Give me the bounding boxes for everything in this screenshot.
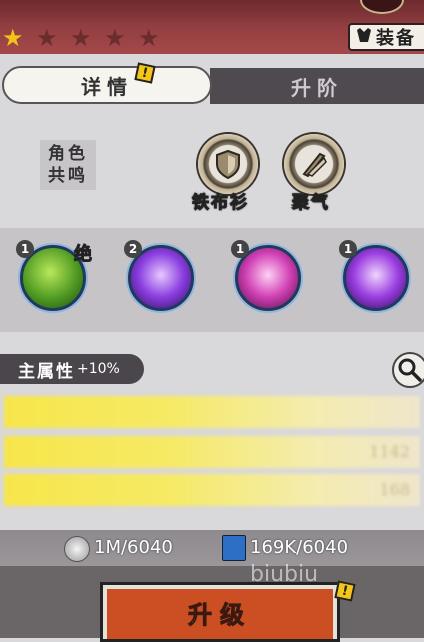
portrait-frame-edge bbox=[360, 0, 404, 14]
resonance-line2: 共鸣 bbox=[48, 166, 88, 186]
equip-button-label: 装备 bbox=[376, 28, 416, 49]
gather-qi-label: 聚气 bbox=[292, 193, 330, 214]
book-cost: 169K/6040 bbox=[250, 537, 349, 558]
upgrade-button-label: 升级 bbox=[188, 600, 252, 629]
tab-bar: 升阶 详情 ! bbox=[0, 62, 424, 108]
star-empty-icon: ★ bbox=[36, 24, 58, 52]
coin-cost: 1M/6040 bbox=[94, 537, 173, 558]
skill-level-badge: 1 bbox=[16, 240, 34, 258]
iron-shirt-badge[interactable] bbox=[198, 134, 258, 194]
resonance-line1: 角色 bbox=[48, 144, 88, 164]
equip-button[interactable]: 装备 bbox=[348, 23, 424, 51]
gather-qi-badge[interactable] bbox=[284, 134, 344, 194]
main-attribute-label: 主属性 bbox=[18, 361, 75, 382]
attribute-bonus: +10% bbox=[77, 361, 120, 377]
exp-book-icon bbox=[222, 535, 246, 561]
tab-details[interactable]: 详情 bbox=[2, 66, 212, 104]
shield-icon bbox=[216, 149, 240, 180]
alert-icon: ! bbox=[334, 580, 356, 602]
star-empty-icon: ★ bbox=[70, 24, 92, 52]
skill-level-badge: 2 bbox=[124, 240, 142, 258]
main-attribute-header: 主属性 +10% bbox=[0, 354, 144, 384]
attribute-value: 168 bbox=[379, 480, 410, 499]
attribute-value: 1142 bbox=[369, 442, 410, 461]
top-banner bbox=[0, 0, 424, 22]
silver-coin-icon bbox=[64, 536, 90, 562]
iron-shirt-label: 铁布衫 bbox=[192, 193, 249, 214]
ultimate-tag: 绝 bbox=[74, 244, 93, 266]
watermark: biubiu bbox=[250, 562, 319, 587]
qi-blade-icon bbox=[302, 152, 327, 178]
tab-advance[interactable]: 升阶 bbox=[210, 68, 424, 104]
search-button[interactable] bbox=[392, 352, 424, 388]
star-empty-icon: ★ bbox=[138, 24, 160, 52]
magnifier-icon bbox=[398, 358, 422, 382]
armor-icon bbox=[356, 27, 372, 47]
attribute-bar: 1142 bbox=[4, 436, 420, 468]
tab-advance-label: 升阶 bbox=[291, 75, 343, 100]
star-empty-icon: ★ bbox=[104, 24, 126, 52]
upgrade-button[interactable]: 升级 bbox=[100, 582, 340, 642]
skill-level-badge: 1 bbox=[231, 240, 249, 258]
tab-details-label: 详情 bbox=[81, 74, 133, 99]
attribute-bar bbox=[4, 396, 420, 428]
alert-icon: ! bbox=[134, 62, 156, 84]
star-filled-icon: ★ bbox=[2, 24, 24, 52]
attribute-bar: 168 bbox=[4, 474, 420, 506]
role-resonance-box[interactable]: 角色 共鸣 bbox=[40, 140, 96, 190]
skill-level-badge: 1 bbox=[339, 240, 357, 258]
